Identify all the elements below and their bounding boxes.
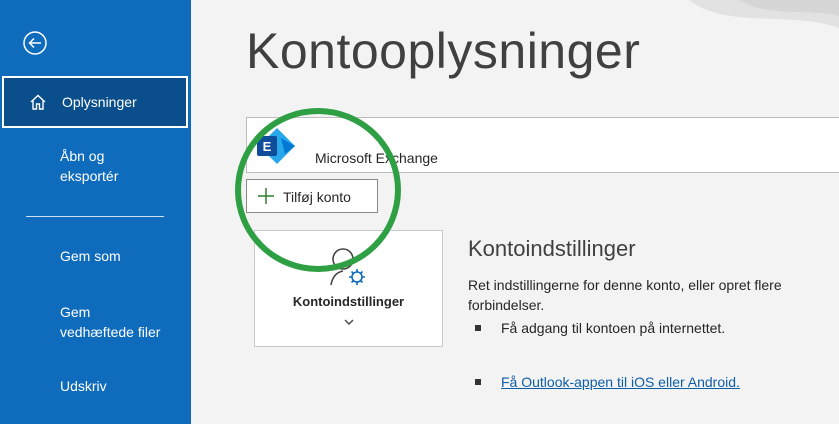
add-account-button[interactable]: Tilføj konto <box>246 179 378 213</box>
account-selector[interactable]: E Microsoft Exchange <box>246 117 839 173</box>
bullet-item: Få adgang til kontoen på internettet. <box>475 320 725 336</box>
sidebar-item-save-attachments[interactable]: Gem vedhæftede filer <box>0 302 191 346</box>
back-button[interactable] <box>22 30 48 56</box>
sidebar: Oplysninger Åbn og eksportér Gem som Gem… <box>0 0 191 424</box>
section-description: Ret indstillingerne for denne konto, ell… <box>468 277 782 313</box>
home-icon <box>28 92 48 117</box>
sidebar-item-save-as[interactable]: Gem som <box>0 246 191 268</box>
page-title: Kontooplysninger <box>246 23 641 79</box>
sidebar-item-label: Åbn og eksportér <box>60 148 119 184</box>
sidebar-item-open-export[interactable]: Åbn og eksportér <box>0 146 191 194</box>
sidebar-item-label: Gem vedhæftede filer <box>60 304 161 340</box>
plus-icon <box>258 188 274 204</box>
account-settings-label: Kontoindstillinger <box>292 294 405 309</box>
sidebar-item-label: Gem som <box>60 248 121 264</box>
account-settings-icon <box>330 248 365 286</box>
add-account-label: Tilføj konto <box>283 189 351 205</box>
account-settings-tile[interactable]: Kontoindstillinger <box>254 230 443 347</box>
sidebar-divider <box>26 216 164 217</box>
sidebar-item-label: Oplysninger <box>62 94 137 110</box>
account-name: Microsoft Exchange <box>315 150 438 166</box>
back-arrow-icon <box>23 31 47 55</box>
outlook-app-link[interactable]: Få Outlook-appen til iOS eller Android. <box>501 374 740 390</box>
sidebar-item-label: Udskriv <box>60 378 107 394</box>
svg-text:E: E <box>263 139 272 154</box>
section-heading: Kontoindstillinger <box>468 236 636 261</box>
main-panel: Kontooplysninger E Microsoft Exchange Ti… <box>191 0 839 424</box>
bullet-text: Få adgang til kontoen på internettet. <box>501 320 726 336</box>
background-swirl-decoration <box>689 0 839 28</box>
sidebar-item-print[interactable]: Udskriv <box>0 376 191 398</box>
exchange-logo-icon: E <box>257 128 295 164</box>
bullet-icon <box>475 325 481 332</box>
chevron-down-icon <box>344 319 354 325</box>
bullet-icon <box>475 379 481 386</box>
bullet-item: Få Outlook-appen til iOS eller Android. <box>475 374 740 390</box>
sidebar-item-oplysninger[interactable]: Oplysninger <box>2 76 188 128</box>
